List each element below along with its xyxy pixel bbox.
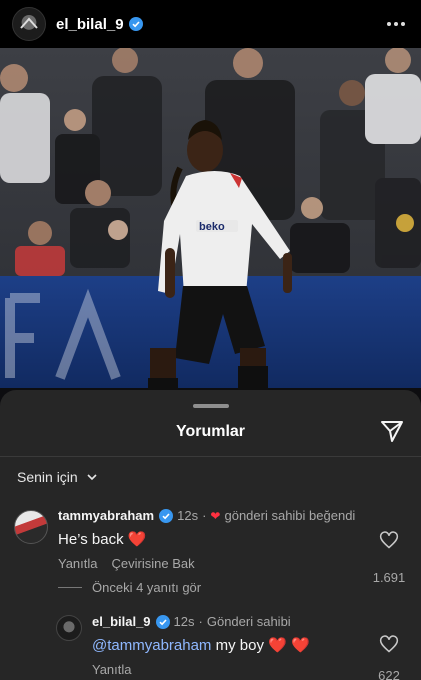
comment-filter-dropdown[interactable]: Senin için: [17, 469, 98, 485]
author-liked-label: gönderi sahibi beğendi: [224, 508, 356, 523]
like-count: 622: [378, 668, 400, 680]
verified-badge-icon: [159, 508, 174, 523]
post-photo[interactable]: beko: [0, 48, 421, 408]
svg-text:beko: beko: [199, 221, 225, 233]
sheet-divider: [0, 456, 421, 457]
filter-label: Senin için: [17, 469, 78, 485]
football-player-photo: beko: [0, 48, 421, 408]
avatar[interactable]: [12, 7, 46, 41]
reply-button[interactable]: Yanıtla: [92, 662, 132, 677]
verified-badge-icon: [128, 16, 143, 31]
author-liked-heart-icon: ❤: [210, 508, 221, 523]
avatar[interactable]: [56, 615, 82, 641]
translate-button[interactable]: Çevirisine Bak: [112, 556, 195, 571]
like-count: 1.691: [372, 570, 406, 585]
view-previous-replies-button[interactable]: Önceki 4 yanıtı gör: [58, 580, 201, 595]
comment-meta: tammyabraham 12s · ❤ gönderi sahibi beğe…: [58, 508, 356, 523]
reply-meta: el_bilal_9 12s · Gönderi sahibi: [92, 614, 291, 629]
sheet-grabber-handle[interactable]: [192, 404, 229, 408]
author-label: Gönderi sahibi: [206, 614, 291, 629]
post-username[interactable]: el_bilal_9: [56, 16, 143, 33]
comment-text: He’s back ❤️: [58, 531, 147, 548]
heart-outline-icon[interactable]: [379, 530, 399, 550]
reply-username[interactable]: el_bilal_9: [92, 614, 151, 629]
chevron-down-icon: [87, 474, 97, 481]
comment-time: 12s: [177, 508, 199, 523]
reply-message: my boy ❤️ ❤️: [211, 637, 310, 654]
comment-username[interactable]: tammyabraham: [58, 508, 154, 523]
avatar-logo-icon: [20, 17, 38, 29]
view-replies-label: Önceki 4 yanıtı gör: [92, 580, 202, 595]
verified-badge-icon: [155, 614, 170, 629]
reply-button[interactable]: Yanıtla: [58, 556, 98, 571]
share-icon[interactable]: [379, 418, 405, 444]
replies-divider-line: [58, 587, 82, 588]
avatar[interactable]: [14, 510, 48, 544]
heart-outline-icon[interactable]: [379, 634, 399, 654]
mention-link[interactable]: @tammyabraham: [92, 637, 211, 654]
sheet-title: Yorumlar: [175, 423, 246, 440]
reply-text: @tammyabraham my boy ❤️ ❤️: [92, 636, 409, 654]
more-options-button[interactable]: [383, 16, 409, 32]
reply-time: 12s: [173, 614, 195, 629]
comments-sheet: Yorumlar Senin için tammyabraham 12s · ❤…: [0, 390, 421, 680]
post-header: el_bilal_9: [0, 0, 421, 48]
